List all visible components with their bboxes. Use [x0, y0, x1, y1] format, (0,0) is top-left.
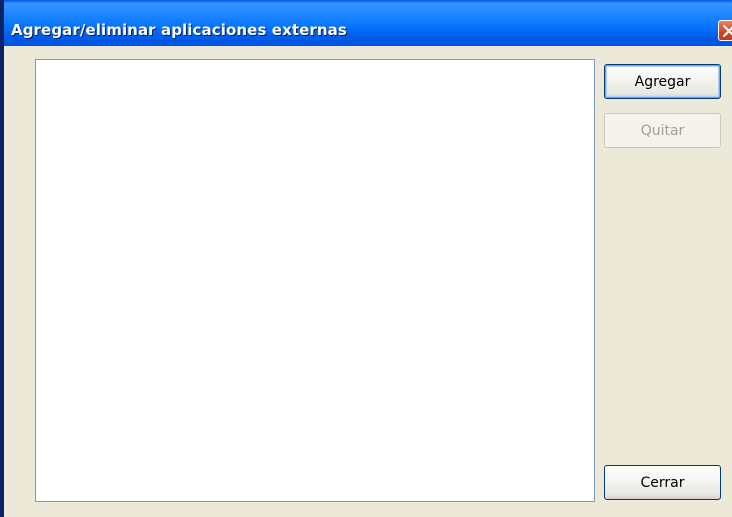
close-button[interactable]: Cerrar	[604, 465, 721, 500]
add-button[interactable]: Agregar	[604, 64, 721, 99]
dialog-window: Agregar/eliminar aplicaciones externas A…	[0, 0, 732, 517]
remove-button[interactable]: Quitar	[604, 113, 721, 148]
applications-list[interactable]	[35, 59, 595, 502]
window-title: Agregar/eliminar aplicaciones externas	[11, 21, 347, 39]
title-bar[interactable]: Agregar/eliminar aplicaciones externas	[4, 0, 732, 46]
close-window-button[interactable]	[718, 20, 732, 41]
close-icon	[723, 25, 732, 37]
